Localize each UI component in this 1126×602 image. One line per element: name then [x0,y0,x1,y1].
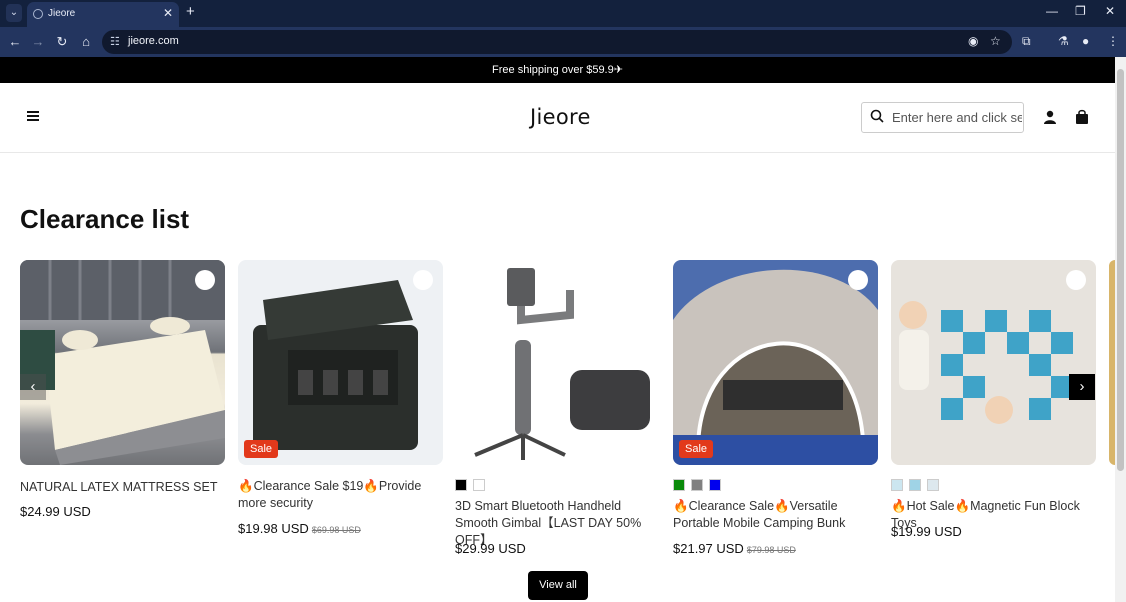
extensions-icon[interactable]: ⧉ [1022,34,1031,49]
product-price: $19.98 USD $69.98 USD [238,521,361,536]
scrollbar-thumb[interactable] [1117,69,1124,471]
product-card-camping-bunk[interactable]: Sale 🔥Clearance Sale🔥Versatile Portable … [673,260,878,590]
browser-tab-bar: ⌄ Jieore ✕ + — ❐ ✕ [0,0,1126,27]
case-image-art [253,280,418,450]
star-icon[interactable]: ☆ [990,34,1001,48]
product-card-mattress[interactable]: ‹ NATURAL LATEX MATTRESS SET $24.99 USD [20,260,225,590]
quick-add-icon[interactable] [413,270,433,290]
product-price: $21.97 USD $79.98 USD [673,541,796,556]
sale-badge: Sale [679,440,714,458]
minimize-icon[interactable]: — [1046,4,1058,18]
product-card-gimbal[interactable]: 3D Smart Bluetooth Handheld Smooth Gimba… [455,260,660,590]
price-current: $21.97 USD [673,541,744,556]
profile-icon[interactable]: ● [1082,34,1089,48]
bunk-image-art [673,269,878,465]
globe-icon [33,9,43,19]
back-icon[interactable]: ← [7,33,23,51]
carousel-prev-icon[interactable]: ‹ [20,374,46,400]
quick-add-icon[interactable] [1066,270,1086,290]
price-current: $19.99 USD [891,524,962,539]
cart-bag-icon[interactable] [1075,109,1089,124]
swatch-blue[interactable] [709,479,721,491]
section-title: Clearance list [20,204,190,234]
tab-search-icon[interactable]: ⌄ [6,4,22,22]
swatch-green[interactable] [673,479,685,491]
view-all-button[interactable]: View all [528,571,588,600]
swatch-gray[interactable] [691,479,703,491]
search-icon[interactable] [870,109,884,123]
mattress-image-art [20,260,225,465]
tab-title: Jieore [48,8,76,19]
quick-add-icon[interactable] [848,270,868,290]
carousel-next-icon[interactable]: › [1069,374,1095,400]
search-box[interactable] [861,102,1024,133]
product-card-block-toys[interactable]: › 🔥Hot Sale🔥Magnetic Fun Block Toys $19.… [891,260,1096,590]
announcement-bar: Free shipping over $59.9✈ [0,57,1115,83]
account-icon[interactable] [1043,110,1057,124]
product-price: $29.99 USD [455,541,526,556]
blocks-image-art [899,301,1073,424]
product-image[interactable] [673,260,878,465]
product-price: $19.99 USD [891,524,962,539]
product-image[interactable] [238,260,443,465]
more-menu-icon[interactable]: ⋮ [1107,34,1119,48]
search-input[interactable] [892,103,1022,132]
browser-toolbar: ← → ↻ ⌂ ☷ jieore.com ◉ ☆ ⧉ ⚗ ● ⋮ [0,27,1126,57]
swatch-pale[interactable] [927,479,939,491]
swatch-white[interactable] [473,479,485,491]
product-image[interactable] [20,260,225,465]
gimbal-image-art [474,268,650,460]
quick-add-icon[interactable] [630,270,650,290]
color-swatches [673,478,727,491]
quick-add-icon[interactable] [195,270,215,290]
restore-icon[interactable]: ❐ [1075,4,1086,18]
page-scrollbar[interactable] [1115,57,1126,602]
url-text[interactable]: jieore.com [128,35,179,47]
labs-icon[interactable]: ⚗ [1058,34,1069,48]
new-tab-icon[interactable]: + [186,3,195,20]
product-card-security-case[interactable]: Sale 🔥Clearance Sale $19🔥Provide more se… [238,260,443,590]
home-icon[interactable]: ⌂ [78,33,94,51]
price-current: $29.99 USD [455,541,526,556]
swatch-blue[interactable] [909,479,921,491]
forward-icon[interactable]: → [30,33,46,51]
color-swatches [891,478,945,491]
site-header: Jieore [0,83,1115,153]
price-current: $24.99 USD [20,504,91,519]
hamburger-menu-icon[interactable] [27,111,39,121]
price-compare: $79.98 USD [746,545,796,555]
site-logo[interactable]: Jieore [530,105,591,129]
color-swatches [455,478,491,491]
product-price: $24.99 USD [20,504,91,519]
price-current: $19.98 USD [238,521,309,536]
close-tab-icon[interactable]: ✕ [163,6,173,20]
swatch-black[interactable] [455,479,467,491]
browser-tab[interactable]: Jieore ✕ [27,2,179,27]
product-title[interactable]: 🔥Clearance Sale $19🔥Provide more securit… [238,478,443,512]
address-bar[interactable]: ☷ jieore.com ◉ ☆ [102,30,1012,54]
swatch-light-blue[interactable] [891,479,903,491]
close-window-icon[interactable]: ✕ [1105,4,1115,18]
price-compare: $69.98 USD [311,525,361,535]
product-image[interactable] [891,260,1096,465]
product-title[interactable]: 🔥Clearance Sale🔥Versatile Portable Mobil… [673,498,878,532]
sale-badge: Sale [244,440,279,458]
product-title[interactable]: NATURAL LATEX MATTRESS SET [20,479,225,496]
product-image[interactable] [455,260,660,465]
eye-off-icon[interactable]: ◉ [968,34,978,48]
site-info-icon[interactable]: ☷ [110,35,120,48]
reload-icon[interactable]: ↻ [54,33,70,51]
